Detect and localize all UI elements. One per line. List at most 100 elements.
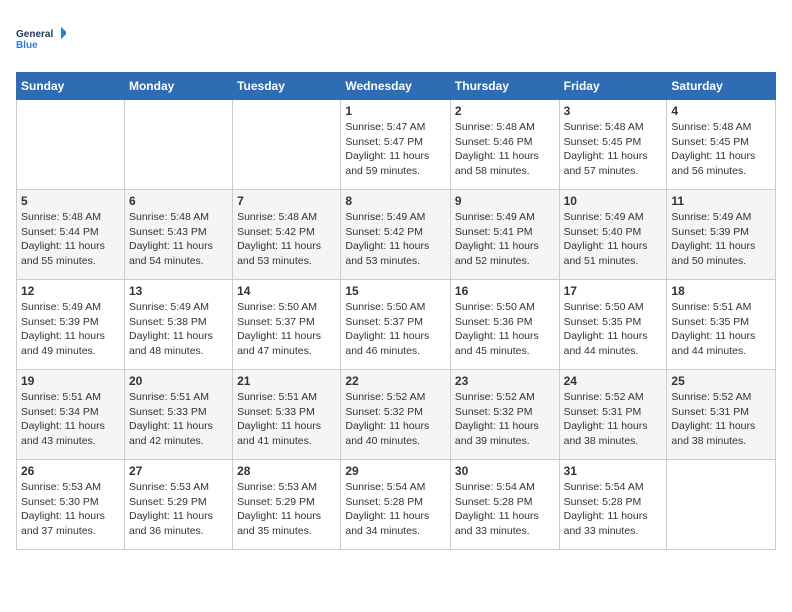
calendar-cell: 30 Sunrise: 5:54 AM Sunset: 5:28 PM Dayli… bbox=[450, 460, 559, 550]
calendar-cell: 2 Sunrise: 5:48 AM Sunset: 5:46 PM Daylig… bbox=[450, 100, 559, 190]
calendar-cell bbox=[124, 100, 232, 190]
day-number: 29 bbox=[345, 464, 446, 478]
day-info: Sunrise: 5:49 AM Sunset: 5:41 PM Dayligh… bbox=[455, 210, 555, 269]
calendar-cell: 14 Sunrise: 5:50 AM Sunset: 5:37 PM Dayli… bbox=[233, 280, 341, 370]
calendar-cell: 29 Sunrise: 5:54 AM Sunset: 5:28 PM Dayli… bbox=[341, 460, 451, 550]
calendar-cell: 26Sunrise: 5:53 AM Sunset: 5:30 PM Dayli… bbox=[17, 460, 125, 550]
calendar-week-row: 5Sunrise: 5:48 AM Sunset: 5:44 PM Daylig… bbox=[17, 190, 776, 280]
day-number: 8 bbox=[345, 194, 446, 208]
day-info: Sunrise: 5:49 AM Sunset: 5:40 PM Dayligh… bbox=[564, 210, 663, 269]
calendar-cell: 15 Sunrise: 5:50 AM Sunset: 5:37 PM Dayli… bbox=[341, 280, 451, 370]
day-info: Sunrise: 5:48 AM Sunset: 5:46 PM Dayligh… bbox=[455, 120, 555, 179]
weekday-header-tuesday: Tuesday bbox=[233, 73, 341, 100]
calendar-cell: 6Sunrise: 5:48 AM Sunset: 5:43 PM Daylig… bbox=[124, 190, 232, 280]
calendar-cell: 17 Sunrise: 5:50 AM Sunset: 5:35 PM Dayli… bbox=[559, 280, 667, 370]
calendar-cell: 19 Sunrise: 5:51 AM Sunset: 5:34 PM Dayli… bbox=[17, 370, 125, 460]
calendar-cell: 21 Sunrise: 5:51 AM Sunset: 5:33 PM Dayli… bbox=[233, 370, 341, 460]
calendar-cell bbox=[667, 460, 776, 550]
day-info: Sunrise: 5:50 AM Sunset: 5:35 PM Dayligh… bbox=[564, 300, 663, 359]
svg-text:General: General bbox=[16, 29, 53, 40]
weekday-header-sunday: Sunday bbox=[17, 73, 125, 100]
calendar-week-row: 12 Sunrise: 5:49 AM Sunset: 5:39 PM Dayli… bbox=[17, 280, 776, 370]
day-number: 22 bbox=[345, 374, 446, 388]
calendar-cell: 23Sunrise: 5:52 AM Sunset: 5:32 PM Dayli… bbox=[450, 370, 559, 460]
day-info: Sunrise: 5:50 AM Sunset: 5:36 PM Dayligh… bbox=[455, 300, 555, 359]
day-number: 25 bbox=[671, 374, 771, 388]
day-info: Sunrise: 5:49 AM Sunset: 5:38 PM Dayligh… bbox=[129, 300, 228, 359]
calendar-cell: 11 Sunrise: 5:49 AM Sunset: 5:39 PM Dayli… bbox=[667, 190, 776, 280]
day-info: Sunrise: 5:48 AM Sunset: 5:45 PM Dayligh… bbox=[671, 120, 771, 179]
day-info: Sunrise: 5:51 AM Sunset: 5:33 PM Dayligh… bbox=[237, 390, 336, 449]
calendar-cell: 22Sunrise: 5:52 AM Sunset: 5:32 PM Dayli… bbox=[341, 370, 451, 460]
calendar-table: SundayMondayTuesdayWednesdayThursdayFrid… bbox=[16, 72, 776, 550]
day-info: Sunrise: 5:52 AM Sunset: 5:31 PM Dayligh… bbox=[564, 390, 663, 449]
day-number: 11 bbox=[671, 194, 771, 208]
day-info: Sunrise: 5:54 AM Sunset: 5:28 PM Dayligh… bbox=[455, 480, 555, 539]
calendar-cell: 24Sunrise: 5:52 AM Sunset: 5:31 PM Dayli… bbox=[559, 370, 667, 460]
weekday-header-thursday: Thursday bbox=[450, 73, 559, 100]
weekday-header-friday: Friday bbox=[559, 73, 667, 100]
day-number: 19 bbox=[21, 374, 120, 388]
day-info: Sunrise: 5:53 AM Sunset: 5:29 PM Dayligh… bbox=[129, 480, 228, 539]
day-info: Sunrise: 5:47 AM Sunset: 5:47 PM Dayligh… bbox=[345, 120, 446, 179]
day-number: 31 bbox=[564, 464, 663, 478]
calendar-cell: 10 Sunrise: 5:49 AM Sunset: 5:40 PM Dayli… bbox=[559, 190, 667, 280]
day-info: Sunrise: 5:50 AM Sunset: 5:37 PM Dayligh… bbox=[345, 300, 446, 359]
day-number: 13 bbox=[129, 284, 228, 298]
calendar-cell: 12 Sunrise: 5:49 AM Sunset: 5:39 PM Dayli… bbox=[17, 280, 125, 370]
day-number: 1 bbox=[345, 104, 446, 118]
calendar-cell: 1 Sunrise: 5:47 AM Sunset: 5:47 PM Daylig… bbox=[341, 100, 451, 190]
day-number: 15 bbox=[345, 284, 446, 298]
day-info: Sunrise: 5:49 AM Sunset: 5:39 PM Dayligh… bbox=[671, 210, 771, 269]
calendar-cell: 9Sunrise: 5:49 AM Sunset: 5:41 PM Daylig… bbox=[450, 190, 559, 280]
day-info: Sunrise: 5:50 AM Sunset: 5:37 PM Dayligh… bbox=[237, 300, 336, 359]
weekday-header-wednesday: Wednesday bbox=[341, 73, 451, 100]
day-info: Sunrise: 5:49 AM Sunset: 5:39 PM Dayligh… bbox=[21, 300, 120, 359]
day-info: Sunrise: 5:49 AM Sunset: 5:42 PM Dayligh… bbox=[345, 210, 446, 269]
svg-text:Blue: Blue bbox=[16, 40, 38, 51]
day-info: Sunrise: 5:48 AM Sunset: 5:42 PM Dayligh… bbox=[237, 210, 336, 269]
day-number: 14 bbox=[237, 284, 336, 298]
day-number: 17 bbox=[564, 284, 663, 298]
day-number: 23 bbox=[455, 374, 555, 388]
calendar-cell: 16 Sunrise: 5:50 AM Sunset: 5:36 PM Dayli… bbox=[450, 280, 559, 370]
page-header: General Blue bbox=[16, 16, 776, 60]
day-info: Sunrise: 5:54 AM Sunset: 5:28 PM Dayligh… bbox=[345, 480, 446, 539]
calendar-cell: 8 Sunrise: 5:49 AM Sunset: 5:42 PM Daylig… bbox=[341, 190, 451, 280]
day-number: 16 bbox=[455, 284, 555, 298]
calendar-cell bbox=[233, 100, 341, 190]
day-number: 3 bbox=[564, 104, 663, 118]
day-number: 30 bbox=[455, 464, 555, 478]
day-info: Sunrise: 5:52 AM Sunset: 5:31 PM Dayligh… bbox=[671, 390, 771, 449]
day-info: Sunrise: 5:51 AM Sunset: 5:34 PM Dayligh… bbox=[21, 390, 120, 449]
day-info: Sunrise: 5:51 AM Sunset: 5:35 PM Dayligh… bbox=[671, 300, 771, 359]
calendar-cell: 27Sunrise: 5:53 AM Sunset: 5:29 PM Dayli… bbox=[124, 460, 232, 550]
day-number: 10 bbox=[564, 194, 663, 208]
day-number: 20 bbox=[129, 374, 228, 388]
day-number: 2 bbox=[455, 104, 555, 118]
day-number: 21 bbox=[237, 374, 336, 388]
day-number: 28 bbox=[237, 464, 336, 478]
calendar-week-row: 19 Sunrise: 5:51 AM Sunset: 5:34 PM Dayli… bbox=[17, 370, 776, 460]
day-info: Sunrise: 5:53 AM Sunset: 5:30 PM Dayligh… bbox=[21, 480, 120, 539]
calendar-cell: 18 Sunrise: 5:51 AM Sunset: 5:35 PM Dayli… bbox=[667, 280, 776, 370]
day-number: 18 bbox=[671, 284, 771, 298]
calendar-cell: 4 Sunrise: 5:48 AM Sunset: 5:45 PM Daylig… bbox=[667, 100, 776, 190]
calendar-week-row: 26Sunrise: 5:53 AM Sunset: 5:30 PM Dayli… bbox=[17, 460, 776, 550]
calendar-cell: 28Sunrise: 5:53 AM Sunset: 5:29 PM Dayli… bbox=[233, 460, 341, 550]
day-number: 6 bbox=[129, 194, 228, 208]
day-info: Sunrise: 5:54 AM Sunset: 5:28 PM Dayligh… bbox=[564, 480, 663, 539]
logo-svg: General Blue bbox=[16, 16, 66, 60]
day-number: 12 bbox=[21, 284, 120, 298]
day-info: Sunrise: 5:48 AM Sunset: 5:45 PM Dayligh… bbox=[564, 120, 663, 179]
calendar-cell: 25 Sunrise: 5:52 AM Sunset: 5:31 PM Dayli… bbox=[667, 370, 776, 460]
calendar-week-row: 1 Sunrise: 5:47 AM Sunset: 5:47 PM Daylig… bbox=[17, 100, 776, 190]
calendar-cell: 5Sunrise: 5:48 AM Sunset: 5:44 PM Daylig… bbox=[17, 190, 125, 280]
calendar-cell: 13 Sunrise: 5:49 AM Sunset: 5:38 PM Dayli… bbox=[124, 280, 232, 370]
calendar-cell: 7Sunrise: 5:48 AM Sunset: 5:42 PM Daylig… bbox=[233, 190, 341, 280]
day-number: 4 bbox=[671, 104, 771, 118]
calendar-cell: 3 Sunrise: 5:48 AM Sunset: 5:45 PM Daylig… bbox=[559, 100, 667, 190]
calendar-cell bbox=[17, 100, 125, 190]
logo: General Blue bbox=[16, 16, 66, 60]
day-info: Sunrise: 5:48 AM Sunset: 5:44 PM Dayligh… bbox=[21, 210, 120, 269]
